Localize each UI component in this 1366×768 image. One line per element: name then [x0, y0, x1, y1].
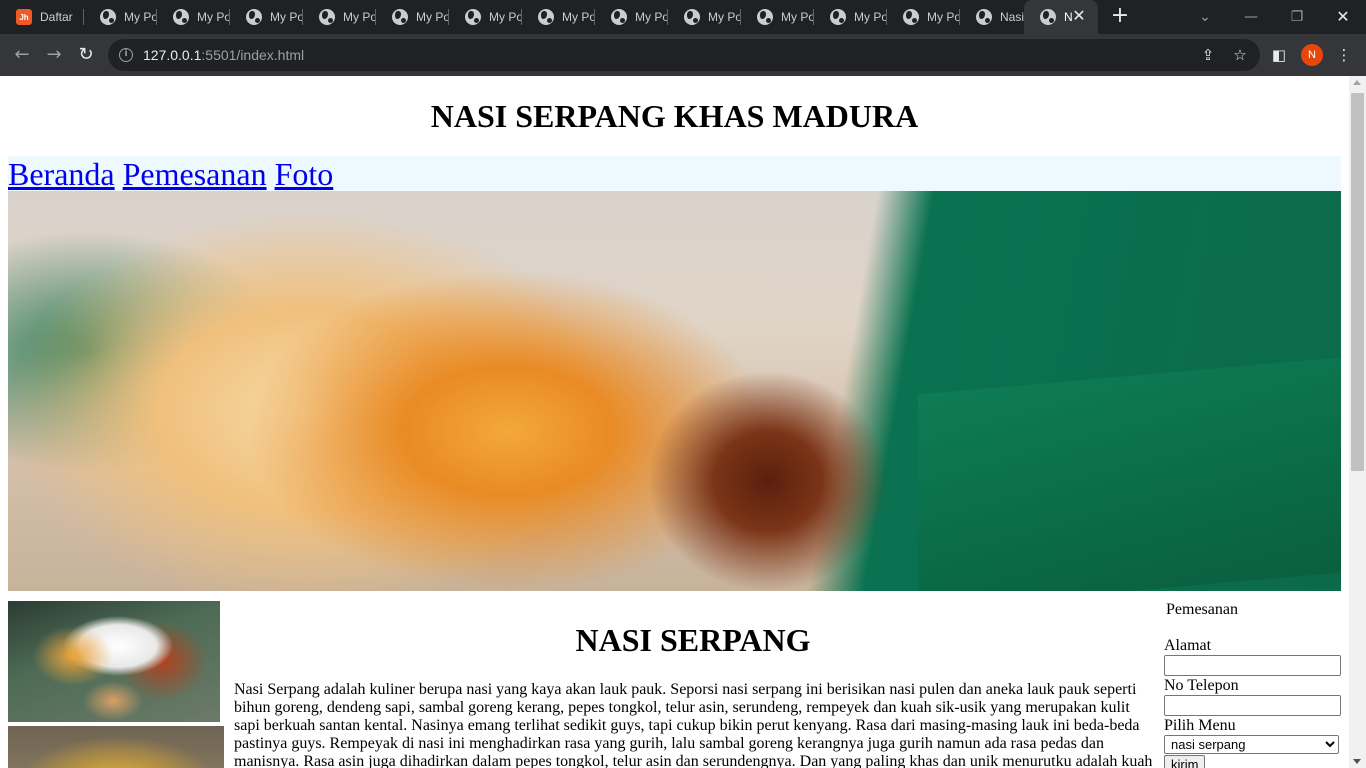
globe-icon [465, 9, 481, 25]
globe-icon [1040, 9, 1056, 25]
kirim-button[interactable]: kirim [1164, 755, 1206, 768]
tab-title: My Po [124, 10, 157, 24]
tab-title: My Po [781, 10, 814, 24]
scrollbar-thumb[interactable] [1351, 93, 1364, 471]
globe-icon [392, 9, 408, 25]
url-text: 127.0.0.1:5501/index.html [143, 47, 304, 63]
minimize-icon[interactable]: — [1228, 0, 1274, 34]
menu-kebab-icon[interactable]: ⋮ [1334, 45, 1354, 65]
tab-title: My Po [927, 10, 960, 24]
restore-icon[interactable]: ❐ [1274, 0, 1320, 34]
nav-link-foto[interactable]: Foto [275, 156, 334, 192]
tab[interactable]: My Po [303, 0, 376, 34]
back-icon[interactable]: ← [8, 41, 36, 69]
tab[interactable]: My Po [449, 0, 522, 34]
globe-icon [538, 9, 554, 25]
telepon-label: No Telepon [1164, 677, 1239, 694]
side-panel-icon[interactable]: ◧ [1269, 45, 1289, 65]
telepon-input[interactable] [1164, 695, 1341, 716]
alamat-label: Alamat [1164, 637, 1212, 654]
brand-icon: Jh [16, 9, 32, 25]
tab[interactable]: My Po [887, 0, 960, 34]
article-heading: NASI SERPANG [575, 622, 811, 658]
tab-title: My Po [854, 10, 887, 24]
tab[interactable]: My Po [668, 0, 741, 34]
tab[interactable]: Jh Daftar [0, 0, 84, 34]
food-photo-thumbnail [8, 726, 224, 768]
close-tab-icon[interactable]: ✕ [1070, 8, 1088, 26]
profile-avatar[interactable]: N [1301, 44, 1323, 66]
site-info-icon[interactable]: i [119, 48, 133, 62]
tab-title: My Po [562, 10, 595, 24]
tab-title: Nasi S [1000, 10, 1024, 24]
globe-icon [684, 9, 700, 25]
form-legend: Pemesanan [1166, 601, 1238, 618]
share-icon[interactable]: ⇪ [1198, 45, 1218, 65]
order-form: Pemesanan Alamat No Telepon Pilih Menu n… [1164, 600, 1344, 768]
hero-image [8, 191, 1341, 591]
site-nav: Beranda Pemesanan Foto [8, 156, 1341, 192]
window-close-icon[interactable]: ✕ [1320, 0, 1366, 34]
address-bar[interactable]: i 127.0.0.1:5501/index.html [108, 39, 1260, 71]
page-title: NASI SERPANG KHAS MADURA [430, 98, 919, 134]
scroll-up-icon[interactable] [1353, 80, 1361, 85]
tab[interactable]: My Po [741, 0, 814, 34]
globe-icon [246, 9, 262, 25]
page-viewport: NASI SERPANG KHAS MADURA Beranda Pemesan… [0, 76, 1349, 768]
alamat-input[interactable] [1164, 655, 1341, 676]
tab[interactable]: My Po [814, 0, 887, 34]
globe-icon [319, 9, 335, 25]
tab[interactable]: My Po [157, 0, 230, 34]
tab[interactable]: Nasi S [960, 0, 1024, 34]
tab-strip: Jh Daftar My Po My Po My Po My Po My Po … [0, 0, 1366, 34]
tab-title: My Po [270, 10, 303, 24]
tab-title: Daftar [40, 10, 73, 24]
globe-icon [100, 9, 116, 25]
tab[interactable]: My Po [522, 0, 595, 34]
nav-link-pemesanan[interactable]: Pemesanan [123, 156, 267, 192]
globe-icon [173, 9, 189, 25]
forward-icon[interactable]: → [40, 41, 68, 69]
globe-icon [903, 9, 919, 25]
tab-active[interactable]: N ✕ [1024, 0, 1098, 34]
tab[interactable]: My Po [230, 0, 303, 34]
url-path: :5501/index.html [201, 47, 305, 63]
tab[interactable]: My Po [595, 0, 668, 34]
tab-title: My Po [708, 10, 741, 24]
bookmark-star-icon[interactable]: ☆ [1230, 45, 1250, 65]
tab[interactable]: My Po [84, 0, 157, 34]
article-body: Nasi Serpang adalah kuliner berupa nasi … [234, 681, 1153, 768]
new-tab-icon[interactable]: + [1108, 4, 1132, 28]
tab[interactable]: My Po [376, 0, 449, 34]
tab-title: My Po [197, 10, 230, 24]
tab-search-icon[interactable]: ⌄ [1182, 0, 1228, 34]
tab-title: My Po [343, 10, 376, 24]
globe-icon [976, 9, 992, 25]
menu-select[interactable]: nasi serpang [1164, 735, 1339, 754]
menu-label: Pilih Menu [1164, 717, 1236, 734]
tab-title: My Po [416, 10, 449, 24]
page-scrollbar[interactable] [1349, 76, 1366, 768]
globe-icon [830, 9, 846, 25]
globe-icon [611, 9, 627, 25]
reload-icon[interactable]: ↻ [72, 41, 100, 69]
tab-title: My Po [489, 10, 522, 24]
url-host: 127.0.0.1 [143, 47, 202, 63]
globe-icon [757, 9, 773, 25]
nav-link-beranda[interactable]: Beranda [8, 156, 115, 192]
scroll-down-icon[interactable] [1353, 759, 1361, 764]
food-photo-thumbnail [8, 601, 220, 722]
browser-toolbar: ← → ↻ i 127.0.0.1:5501/index.html ⇪ ☆ ◧ … [0, 34, 1366, 76]
tab-title: My Po [635, 10, 668, 24]
